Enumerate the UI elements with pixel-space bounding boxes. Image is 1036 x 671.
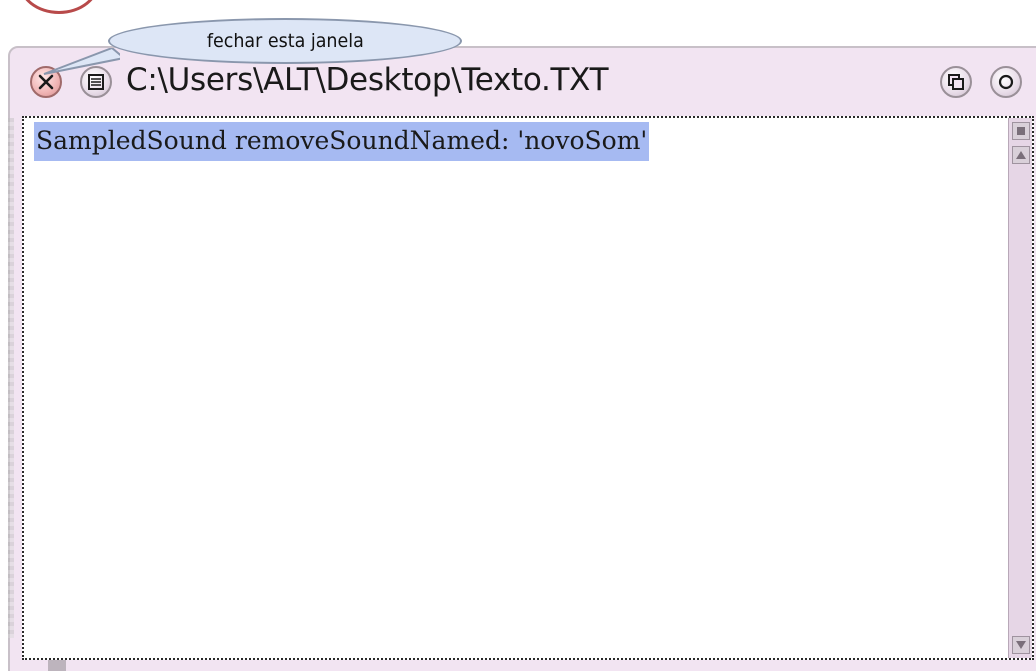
arrow-down-icon	[1016, 641, 1026, 649]
screen: C:\Users\ALT\Desktop\Texto.TXT fechar es…	[0, 0, 1036, 671]
collapse-button[interactable]	[940, 66, 972, 98]
expand-button[interactable]	[990, 66, 1022, 98]
scroll-menu-button[interactable]	[1012, 122, 1030, 140]
scroll-down-button[interactable]	[1012, 636, 1030, 654]
highlight-annotation-circle	[18, 0, 100, 14]
selected-text[interactable]: SampledSound removeSoundNamed: 'novoSom'	[34, 122, 650, 161]
tooltip-text: fechar esta janela	[206, 30, 364, 52]
arrow-up-icon	[1016, 151, 1026, 159]
editor-content[interactable]: SampledSound removeSoundNamed: 'novoSom'	[34, 122, 650, 161]
close-tooltip-balloon: fechar esta janela	[108, 18, 462, 64]
tooltip-pointer	[43, 48, 120, 75]
expand-icon	[998, 74, 1014, 90]
collapse-icon	[948, 74, 964, 90]
window-title: C:\Users\ALT\Desktop\Texto.TXT	[126, 62, 609, 98]
scroll-menu-icon	[1017, 127, 1025, 135]
text-editor-pane[interactable]: SampledSound removeSoundNamed: 'novoSom'	[22, 116, 1034, 660]
window-titlebar[interactable]: C:\Users\ALT\Desktop\Texto.TXT	[10, 60, 1036, 108]
resize-handle[interactable]	[48, 660, 66, 671]
vertical-scrollbar[interactable]	[1008, 118, 1032, 658]
scroll-up-button[interactable]	[1012, 146, 1030, 164]
